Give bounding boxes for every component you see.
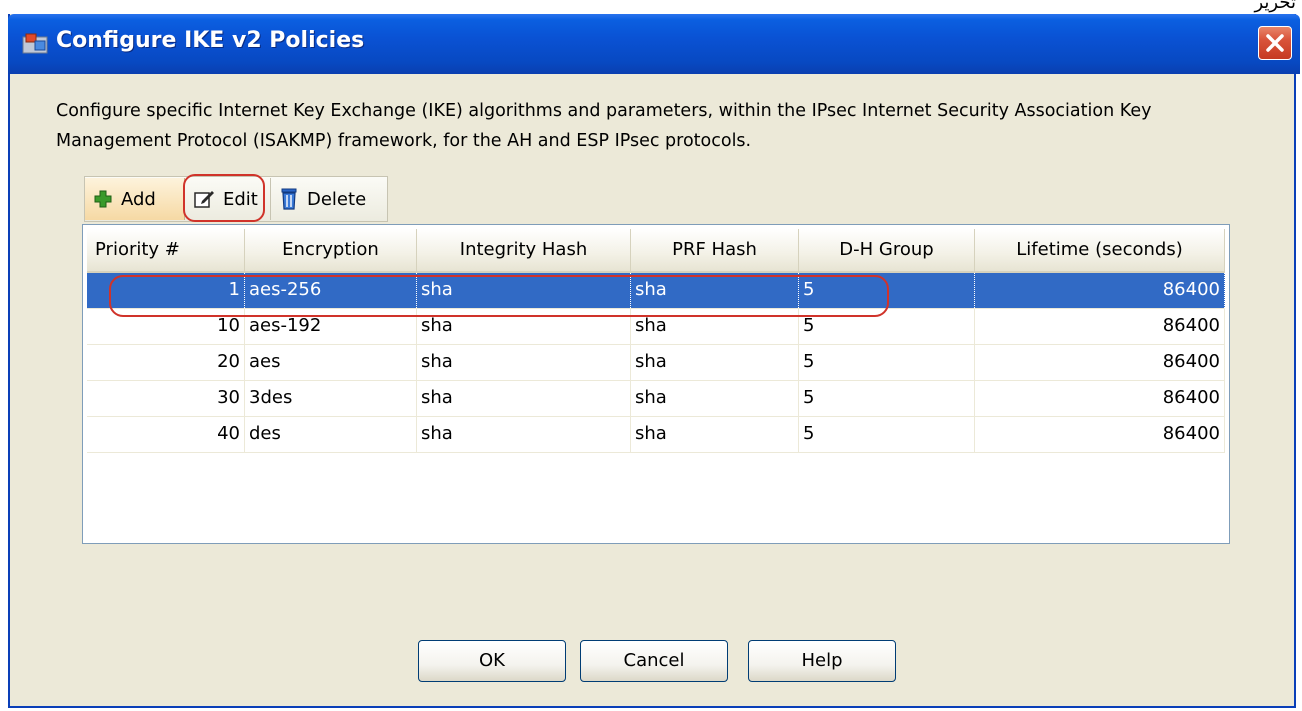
add-button[interactable]: Add: [85, 178, 185, 220]
cell-priority: 30: [87, 381, 245, 416]
table-row[interactable]: 20 aes sha sha 5 86400: [87, 345, 1225, 381]
close-icon: [1266, 34, 1284, 52]
cell-lifetime: 86400: [975, 273, 1225, 308]
cell-lifetime: 86400: [975, 345, 1225, 380]
edit-icon: [194, 191, 214, 208]
cell-prf-hash: sha: [631, 381, 799, 416]
cell-lifetime: 86400: [975, 309, 1225, 344]
corner-annotation-text: تحرير: [1254, 0, 1296, 13]
column-header-integrity-hash[interactable]: Integrity Hash: [417, 229, 631, 271]
cell-encryption: aes-256: [245, 273, 417, 308]
table-header: Priority # Encryption Integrity Hash PRF…: [87, 229, 1225, 273]
edit-button[interactable]: Edit: [183, 174, 271, 222]
table-row[interactable]: 30 3des sha sha 5 86400: [87, 381, 1225, 417]
ok-button[interactable]: OK: [418, 640, 566, 682]
column-header-priority[interactable]: Priority #: [87, 229, 245, 271]
cell-integrity-hash: sha: [417, 381, 631, 416]
plus-icon: [94, 190, 112, 208]
cell-prf-hash: sha: [631, 417, 799, 452]
title-bar[interactable]: Configure IKE v2 Policies: [8, 14, 1300, 74]
delete-button[interactable]: Delete: [271, 178, 387, 220]
dialog-window: Configure IKE v2 Policies Configure spec…: [8, 14, 1300, 708]
cell-encryption: aes: [245, 345, 417, 380]
cell-lifetime: 86400: [975, 381, 1225, 416]
column-header-lifetime[interactable]: Lifetime (seconds): [975, 229, 1225, 271]
dialog-description: Configure specific Internet Key Exchange…: [56, 101, 1152, 151]
cell-prf-hash: sha: [631, 273, 799, 308]
window-title: Configure IKE v2 Policies: [56, 28, 365, 53]
cell-encryption: 3des: [245, 381, 417, 416]
add-button-label: Add: [121, 188, 156, 210]
asdm-app-icon: [22, 33, 48, 54]
help-button[interactable]: Help: [748, 640, 896, 682]
column-header-prf-hash[interactable]: PRF Hash: [631, 229, 799, 271]
cell-priority: 1: [87, 273, 245, 308]
trash-icon: [281, 188, 297, 210]
column-header-encryption[interactable]: Encryption: [245, 229, 417, 271]
cell-prf-hash: sha: [631, 345, 799, 380]
table-row[interactable]: 1 aes-256 sha sha 5 86400: [87, 273, 1225, 309]
delete-button-label: Delete: [307, 188, 367, 210]
policy-table: Priority # Encryption Integrity Hash PRF…: [82, 224, 1230, 544]
cell-encryption: aes-192: [245, 309, 417, 344]
cell-dh-group: 5: [799, 309, 975, 344]
cell-lifetime: 86400: [975, 417, 1225, 452]
cell-priority: 40: [87, 417, 245, 452]
cell-prf-hash: sha: [631, 309, 799, 344]
cell-integrity-hash: sha: [417, 345, 631, 380]
cell-encryption: des: [245, 417, 417, 452]
cell-priority: 20: [87, 345, 245, 380]
cell-dh-group: 5: [799, 345, 975, 380]
cell-integrity-hash: sha: [417, 417, 631, 452]
cell-integrity-hash: sha: [417, 309, 631, 344]
table-row[interactable]: 10 aes-192 sha sha 5 86400: [87, 309, 1225, 345]
cell-dh-group: 5: [799, 381, 975, 416]
cell-priority: 10: [87, 309, 245, 344]
cell-dh-group: 5: [799, 417, 975, 452]
edit-button-label: Edit: [223, 188, 258, 210]
cell-dh-group: 5: [799, 273, 975, 308]
cancel-button[interactable]: Cancel: [580, 640, 728, 682]
policy-table-viewport: Priority # Encryption Integrity Hash PRF…: [87, 229, 1225, 539]
table-row[interactable]: 40 des sha sha 5 86400: [87, 417, 1225, 453]
cell-integrity-hash: sha: [417, 273, 631, 308]
close-button[interactable]: [1258, 26, 1292, 60]
column-header-dh-group[interactable]: D-H Group: [799, 229, 975, 271]
policy-toolbar: Add Edit Delete: [84, 174, 388, 222]
